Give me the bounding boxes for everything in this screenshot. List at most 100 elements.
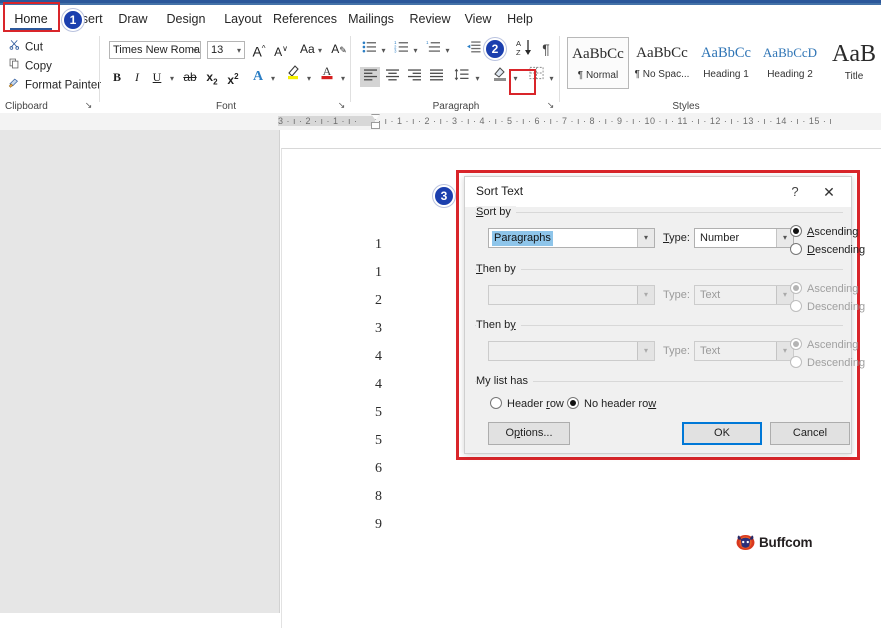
format-painter-button[interactable]: Format Painter [6, 77, 101, 94]
style-card-normal[interactable]: AaBbCc ¶ Normal [567, 37, 629, 89]
text-effects-dropdown-icon[interactable]: ▾ [267, 67, 279, 87]
align-right-icon[interactable] [404, 67, 424, 87]
tab-view[interactable]: View [457, 5, 499, 33]
shading-icon[interactable] [490, 65, 510, 85]
font-name-input[interactable]: Times New Roman ▾ [109, 41, 201, 59]
clipboard-dialog-launcher-icon[interactable]: ↘ [83, 100, 94, 111]
tab-draw[interactable]: Draw [110, 5, 156, 33]
then-by-1-type-combo[interactable]: Text ▾ [694, 285, 794, 305]
style-name: ¶ Normal [577, 70, 619, 81]
style-card-heading-2[interactable]: AaBbCcD Heading 2 [759, 37, 821, 89]
underline-icon[interactable]: U [149, 67, 165, 87]
sort-by-ascending-radio[interactable]: Ascending [790, 225, 858, 239]
cancel-button[interactable]: Cancel [770, 422, 850, 445]
text-effects-icon[interactable]: A [249, 67, 267, 87]
borders-icon[interactable] [526, 66, 546, 86]
header-row-radio[interactable]: Header row [490, 397, 564, 411]
ribbon-body: Cut Copy Format Painter Clipboard ↘ Time… [0, 33, 881, 114]
justify-icon[interactable] [426, 67, 446, 87]
paragraph-group-label: Paragraph [432, 101, 480, 112]
font-size-input[interactable]: 13 ▾ [207, 41, 245, 59]
then-by-2-legend: Then by [476, 319, 521, 331]
then-by-2-field-value [492, 344, 496, 359]
paragraph-dialog-launcher-icon[interactable]: ↘ [545, 100, 556, 111]
styles-group-label: Styles [672, 101, 700, 112]
then-by-1-type-value: Text [700, 289, 721, 301]
sort-by-type-label: Type: [663, 232, 690, 244]
list-item: 8 [375, 489, 382, 504]
shading-dropdown-icon[interactable]: ▾ [510, 67, 521, 87]
copy-label: Copy [25, 60, 52, 73]
tab-mailings[interactable]: Mailings [340, 5, 402, 33]
options-button-label: Options... [505, 427, 553, 439]
ok-button[interactable]: OK [682, 422, 762, 445]
tab-design[interactable]: Design [158, 5, 214, 33]
multilevel-list-icon[interactable]: 1 [424, 39, 442, 59]
font-color-dropdown-icon[interactable]: ▾ [337, 67, 349, 87]
svg-text:Z: Z [516, 48, 521, 57]
sort-by-legend: Sort by [476, 206, 516, 218]
font-color-icon[interactable]: A [317, 63, 337, 83]
close-icon[interactable]: ✕ [817, 183, 841, 201]
list-item: 9 [375, 517, 382, 532]
underline-dropdown-icon[interactable]: ▾ [166, 67, 178, 87]
then-by-2-type-combo[interactable]: Text ▾ [694, 341, 794, 361]
style-preview: AaBbCc [636, 45, 688, 61]
sort-by-descending-radio[interactable]: Descending [790, 243, 865, 257]
tab-references[interactable]: References [268, 5, 342, 33]
style-card-heading-1[interactable]: AaBbCc Heading 1 [695, 37, 757, 89]
chevron-down-icon[interactable]: ▾ [237, 43, 241, 59]
tab-home[interactable]: Home [8, 5, 54, 33]
style-card-no-spacing[interactable]: AaBbCc ¶ No Spac... [631, 37, 693, 89]
chevron-down-icon[interactable]: ▾ [637, 229, 654, 247]
align-left-icon[interactable] [360, 67, 380, 87]
decrease-indent-icon[interactable] [464, 39, 484, 59]
cut-label: Cut [25, 41, 43, 54]
horizontal-ruler[interactable]: 3 · ı · 2 · ı · 1 · ı · · ı · 1 · ı · 2 … [0, 113, 881, 131]
sort-by-descending-accel: D [807, 244, 815, 256]
cut-button[interactable]: Cut [6, 39, 43, 56]
style-preview: AaBbCcD [762, 45, 818, 60]
copy-button[interactable]: Copy [6, 58, 52, 75]
bullets-icon[interactable] [360, 39, 378, 59]
chevron-down-icon[interactable]: ▾ [637, 342, 654, 360]
then-by-2-field-combo[interactable]: ▾ [488, 341, 655, 361]
sort-by-field-combo[interactable]: Paragraphs ▾ [488, 228, 655, 248]
subscript-icon[interactable]: x2 [203, 67, 221, 87]
numbering-icon[interactable]: 1 2 3 [392, 39, 410, 59]
numbering-dropdown-icon[interactable]: ▾ [410, 39, 421, 59]
align-center-icon[interactable] [382, 67, 402, 87]
help-icon[interactable]: ? [784, 183, 806, 201]
borders-dropdown-icon[interactable]: ▾ [546, 67, 557, 87]
font-dialog-launcher-icon[interactable]: ↘ [336, 100, 347, 111]
multilevel-dropdown-icon[interactable]: ▾ [442, 39, 453, 59]
options-button[interactable]: Options... [488, 422, 570, 445]
bold-icon[interactable]: B [109, 67, 125, 87]
sort-button[interactable]: A Z [512, 38, 536, 58]
style-card-title[interactable]: AaB Title [823, 37, 881, 89]
show-formatting-marks-icon[interactable]: ¶ [538, 39, 554, 59]
shrink-font-icon[interactable]: A∨ [271, 39, 291, 59]
highlight-dropdown-icon[interactable]: ▾ [303, 67, 315, 87]
step-badge-2: 2 [484, 38, 506, 60]
sort-by-type-combo[interactable]: Number ▾ [694, 228, 794, 248]
change-case-icon[interactable]: Aa ▾ [297, 39, 325, 59]
bullets-dropdown-icon[interactable]: ▾ [378, 39, 389, 59]
grow-font-icon[interactable]: A^ [249, 39, 269, 60]
italic-icon[interactable]: I [129, 67, 145, 87]
text-highlight-color-icon[interactable] [283, 63, 303, 83]
no-header-row-radio[interactable]: No header row [567, 397, 656, 411]
line-spacing-icon[interactable] [452, 67, 472, 87]
chevron-down-icon[interactable]: ▾ [637, 286, 654, 304]
line-spacing-dropdown-icon[interactable]: ▾ [472, 67, 483, 87]
left-indent-marker[interactable] [371, 122, 380, 129]
tab-help[interactable]: Help [499, 5, 541, 33]
chevron-down-icon[interactable]: ▾ [193, 43, 197, 58]
then-by-1-field-combo[interactable]: ▾ [488, 285, 655, 305]
superscript-icon[interactable]: x2 [224, 67, 242, 87]
clear-formatting-icon[interactable]: A✎ [329, 39, 349, 59]
strikethrough-icon[interactable]: ab [180, 67, 200, 87]
dialog-title-bar: Sort Text ? ✕ [465, 177, 851, 207]
tab-layout[interactable]: Layout [216, 5, 270, 33]
tab-review[interactable]: Review [403, 5, 457, 33]
